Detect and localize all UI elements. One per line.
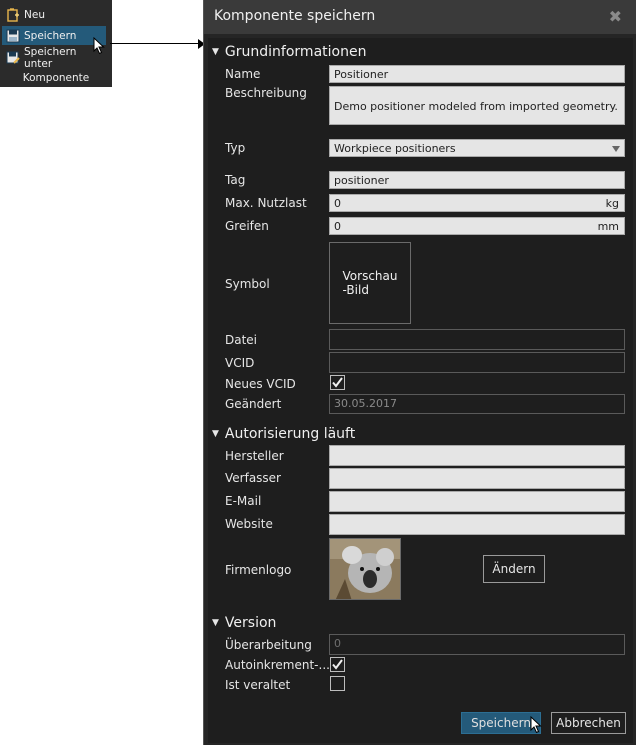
revision-field: 0 [329,634,625,655]
max-payload-label: Max. Nutzlast [225,196,307,210]
check-mark-icon [332,659,343,670]
menu-group-caption: Komponente [22,72,90,84]
type-value: Workpiece positioners [334,142,456,155]
tag-value: positioner [334,174,389,187]
section-authorization[interactable]: ▼ Autorisierung läuft [212,426,355,442]
symbol-preview[interactable]: Vorschau -Bild [329,242,411,324]
dialog-body: ▼ Grundinformationen Name Positioner Bes… [208,38,633,743]
section-basic-info-title: Grundinformationen [224,44,367,60]
symbol-label: Symbol [225,277,270,291]
grip-unit: mm [597,220,619,233]
collapse-triangle-icon[interactable]: ▼ [212,429,219,439]
cancel-button[interactable]: Abbrechen [551,712,626,734]
description-field[interactable]: Demo positioner modeled from imported ge… [329,86,625,125]
new-file-icon [6,7,20,22]
manufacturer-field[interactable] [329,445,625,466]
save-component-dialog: Komponente speichern ✖ ▼ Grundinformatio… [203,0,636,745]
change-logo-button[interactable]: Ändern [483,555,545,583]
dropdown-arrow-icon[interactable] [612,146,620,152]
menu-item-save[interactable]: Speichern [2,26,106,45]
website-label: Website [225,517,273,531]
tag-field[interactable]: positioner [329,171,625,189]
name-field[interactable]: Positioner [329,65,625,83]
name-value: Positioner [334,68,389,81]
mouse-pointer-icon [530,716,542,734]
section-basic-info[interactable]: ▼ Grundinformationen [212,44,366,60]
type-dropdown[interactable]: Workpiece positioners [329,139,625,157]
symbol-preview-text: Vorschau -Bild [343,269,398,297]
max-payload-unit: kg [605,197,619,210]
menu-item-new[interactable]: Neu [2,5,106,24]
type-label: Typ [225,141,246,155]
company-logo-image [329,538,401,600]
symbol-preview-line1: Vorschau [342,269,398,283]
name-label: Name [225,67,261,81]
auto-increment-label: Autoinkrement-... [225,658,330,672]
dialog-titlebar[interactable]: Komponente speichern ✖ [204,0,636,34]
email-field[interactable] [329,491,625,512]
save-icon [6,29,20,43]
description-value: Demo positioner modeled from imported ge… [334,100,618,113]
modified-label: Geändert [225,397,282,411]
menu-item-save-label: Speichern [24,29,77,42]
auto-increment-checkbox[interactable] [330,657,345,672]
file-label: Datei [225,333,258,347]
max-payload-field[interactable]: 0 kg [329,194,625,212]
symbol-preview-line2: -Bild [342,283,369,297]
component-menu: Neu Speichern Speichern unter Komponente [0,0,112,87]
grip-field[interactable]: 0 mm [329,217,625,235]
collapse-triangle-icon[interactable]: ▼ [212,47,219,57]
close-icon[interactable]: ✖ [609,7,622,26]
vcid-label: VCID [225,356,255,370]
menu-item-new-label: Neu [24,8,45,21]
obsolete-checkbox[interactable] [330,676,345,691]
collapse-triangle-icon[interactable]: ▼ [212,618,219,628]
save-button[interactable]: Speichern [461,712,541,734]
koala-image [330,539,400,599]
pointer-arrow-line [110,43,200,44]
mouse-pointer-icon [93,37,105,55]
tag-label: Tag [225,173,246,187]
modified-value: 30.05.2017 [334,397,397,410]
modified-field: 30.05.2017 [329,394,625,414]
revision-label: Überarbeitung [225,638,312,652]
grip-label: Greifen [225,219,269,233]
dialog-title: Komponente speichern [214,8,376,24]
author-label: Verfasser [225,471,281,485]
max-payload-value: 0 [334,197,341,210]
section-version-title: Version [224,615,277,631]
description-label: Beschreibung [225,86,307,100]
revision-value: 0 [334,637,341,650]
manufacturer-label: Hersteller [225,449,284,463]
new-vcid-checkbox[interactable] [330,375,345,390]
company-logo-label: Firmenlogo [225,563,292,577]
menu-item-save-as[interactable]: Speichern unter [2,46,106,70]
file-field[interactable] [329,329,625,350]
section-authorization-title: Autorisierung läuft [224,426,356,442]
website-field[interactable] [329,514,625,535]
obsolete-label: Ist veraltet [225,678,291,692]
vcid-field[interactable] [329,352,625,373]
section-version[interactable]: ▼ Version [212,615,276,631]
author-field[interactable] [329,468,625,489]
save-as-icon [6,51,20,65]
email-label: E-Mail [225,494,262,508]
grip-value: 0 [334,220,341,233]
check-mark-icon [332,377,343,388]
new-vcid-label: Neues VCID [225,377,296,391]
